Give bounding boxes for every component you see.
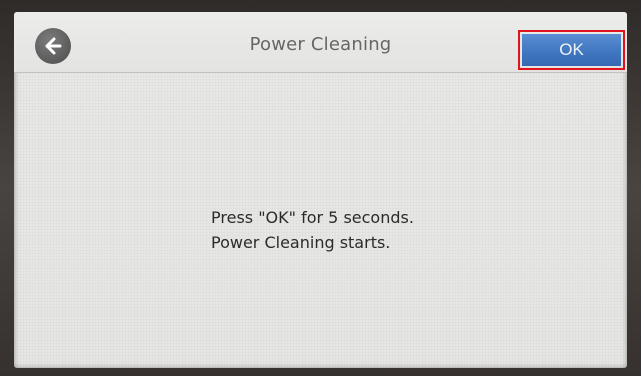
back-button[interactable] [35,28,71,64]
page-title: Power Cleaning [249,34,392,55]
printer-screen: Power Cleaning OK Press "OK" for 5 secon… [14,12,627,368]
instruction-message: Press "OK" for 5 seconds. Power Cleaning… [211,205,414,255]
ok-button[interactable]: OK [522,34,621,66]
instruction-line-1: Press "OK" for 5 seconds. [211,208,414,227]
arrow-left-icon [45,37,62,55]
instruction-line-2: Power Cleaning starts. [211,233,391,252]
screen-header: Power Cleaning OK [14,12,627,73]
ok-button-highlight: OK [518,30,625,70]
